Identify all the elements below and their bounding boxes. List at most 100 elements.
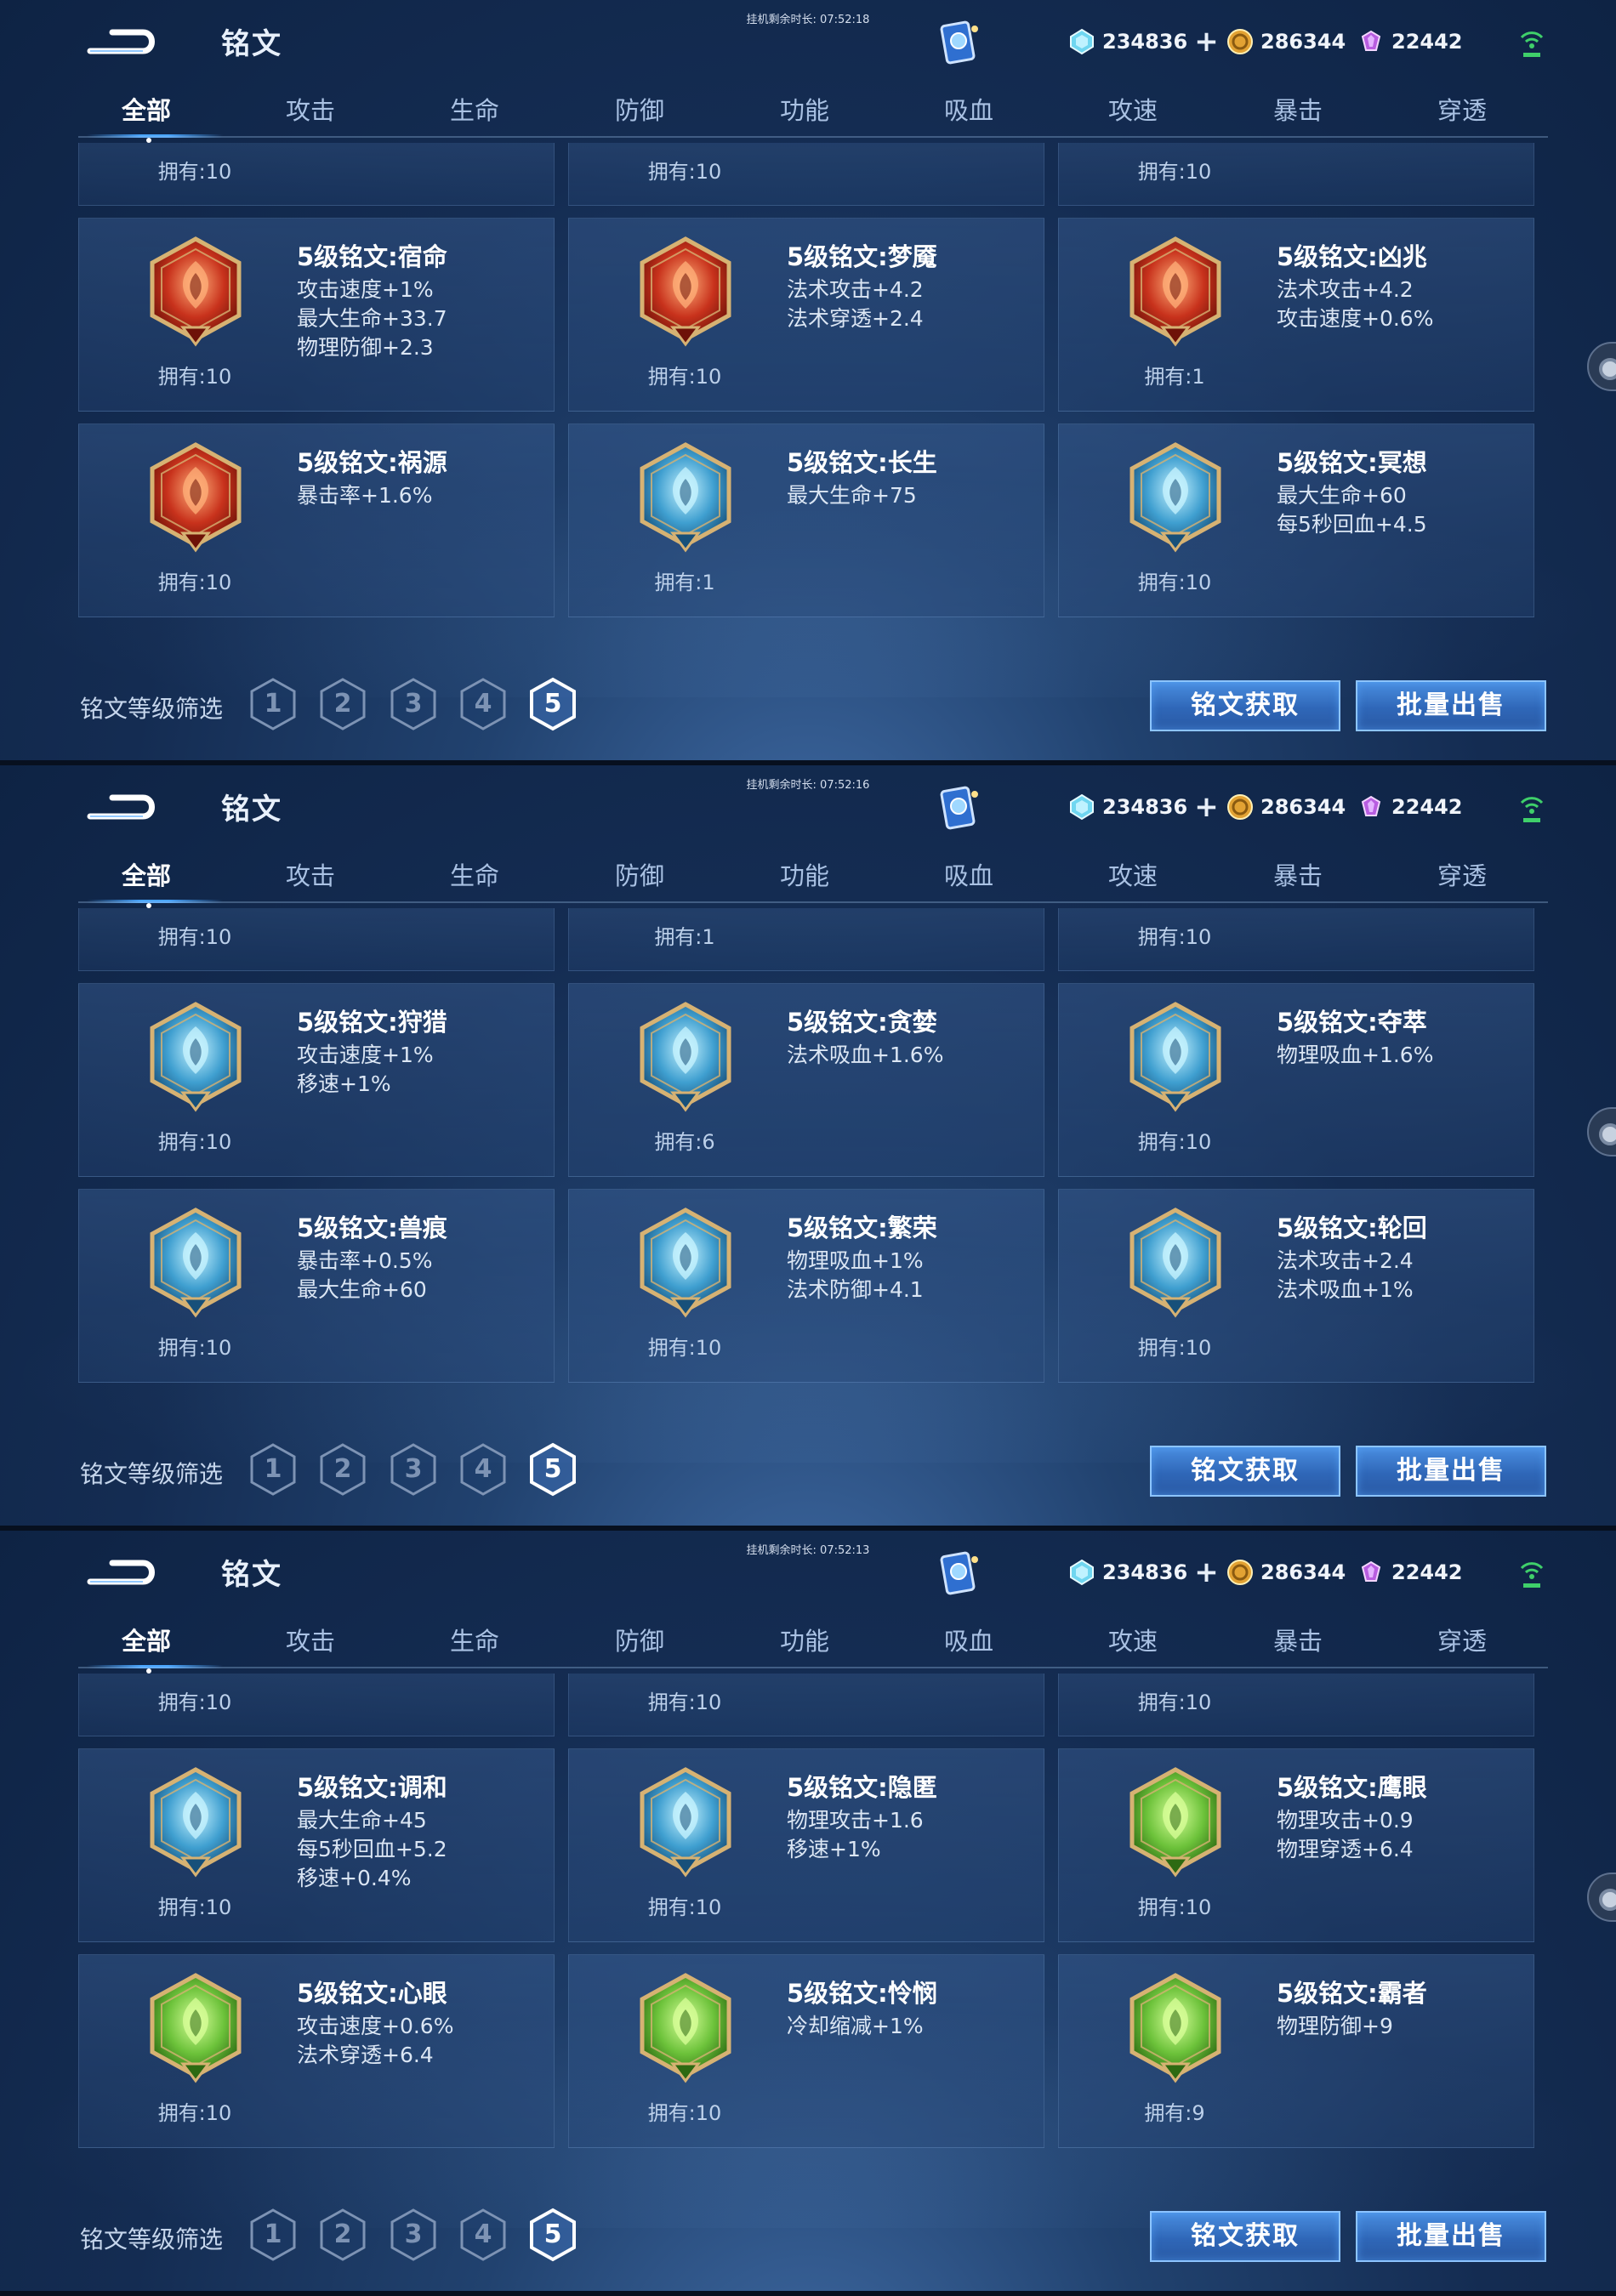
back-arrow-icon <box>87 794 155 820</box>
level-filter-4[interactable]: 4 <box>458 677 508 731</box>
tab-8[interactable]: 穿透 <box>1394 1616 1530 1667</box>
tab-4[interactable]: 功能 <box>737 1616 873 1667</box>
level-filter-4[interactable]: 4 <box>458 1442 508 1497</box>
tab-5[interactable]: 吸血 <box>901 1616 1037 1667</box>
partial-rune-card[interactable]: 拥有:1 <box>568 908 1044 971</box>
rune-card[interactable]: 拥有:10 5级铭文:祸源 暴击率+1.6% <box>78 423 555 617</box>
tab-1[interactable]: 攻击 <box>242 85 378 136</box>
level-filter-2[interactable]: 2 <box>318 677 367 731</box>
level-filter-4[interactable]: 4 <box>458 2208 508 2262</box>
tab-1[interactable]: 攻击 <box>242 1616 378 1667</box>
rune-stat: 移速+1% <box>787 1837 881 1861</box>
tab-6[interactable]: 攻速 <box>1065 1616 1201 1667</box>
rune-card[interactable]: 拥有:10 5级铭文:冥想 最大生命+60 每5秒回血+4.5 <box>1058 423 1534 617</box>
side-float-button[interactable] <box>1587 342 1616 391</box>
add-diamond-button[interactable]: + <box>1194 27 1219 56</box>
tab-2[interactable]: 生命 <box>407 85 543 136</box>
rune-name: 5级铭文:隐匿 <box>787 1773 937 1802</box>
acquire-rune-button[interactable]: 铭文获取 <box>1150 1446 1340 1497</box>
side-float-button[interactable] <box>1587 1873 1616 1922</box>
level-filter-5[interactable]: 5 <box>528 1442 578 1497</box>
partial-rune-card[interactable]: 拥有:10 <box>1058 143 1534 206</box>
partial-rune-card[interactable]: 拥有:10 <box>1058 908 1534 971</box>
back-button[interactable] <box>83 1556 156 1590</box>
rune-card[interactable]: 拥有:10 5级铭文:轮回 法术攻击+2.4 法术吸血+1% <box>1058 1189 1534 1383</box>
tab-2[interactable]: 生命 <box>407 850 543 901</box>
tab-7[interactable]: 暴击 <box>1230 1616 1366 1667</box>
rune-card[interactable]: 拥有:10 5级铭文:夺萃 物理吸血+1.6% <box>1058 983 1534 1177</box>
acquire-rune-button[interactable]: 铭文获取 <box>1150 680 1340 731</box>
gold-coin-icon <box>1226 1559 1254 1586</box>
add-diamond-button[interactable]: + <box>1194 793 1219 821</box>
rune-card[interactable]: 拥有:10 5级铭文:兽痕 暴击率+0.5% 最大生命+60 <box>78 1189 555 1383</box>
tab-6[interactable]: 攻速 <box>1065 85 1201 136</box>
tab-3[interactable]: 防御 <box>572 850 708 901</box>
tab-5[interactable]: 吸血 <box>901 850 1037 901</box>
tab-0[interactable]: 全部 <box>78 850 223 903</box>
mind-eye-rune-icon <box>145 1972 246 2084</box>
owned-count: 拥有:1 <box>654 571 715 594</box>
diamond-currency-amount: 234836 <box>1102 1560 1188 1584</box>
tab-4[interactable]: 功能 <box>737 85 873 136</box>
partial-rune-card[interactable]: 拥有:10 <box>78 143 555 206</box>
rune-card[interactable]: 拥有:10 5级铭文:心眼 攻击速度+0.6% 法术穿透+6.4 <box>78 1954 555 2148</box>
tab-3[interactable]: 防御 <box>572 1616 708 1667</box>
level-filter-5[interactable]: 5 <box>528 2208 578 2262</box>
rune-card[interactable]: 拥有:10 5级铭文:狩猎 攻击速度+1% 移速+1% <box>78 983 555 1177</box>
rune-book-icon[interactable] <box>936 19 985 68</box>
rune-card[interactable]: 拥有:10 5级铭文:鹰眼 物理攻击+0.9 物理穿透+6.4 <box>1058 1748 1534 1942</box>
tab-0[interactable]: 全部 <box>78 85 223 138</box>
bulk-sell-button[interactable]: 批量出售 <box>1356 680 1546 731</box>
rune-card[interactable]: 拥有:9 5级铭文:霸者 物理防御+9 <box>1058 1954 1534 2148</box>
partial-rune-card[interactable]: 拥有:10 <box>568 143 1044 206</box>
rune-name: 5级铭文:霸者 <box>1277 1979 1427 2008</box>
tab-6[interactable]: 攻速 <box>1065 850 1201 901</box>
level-filter-3[interactable]: 3 <box>389 677 438 731</box>
level-filter-3[interactable]: 3 <box>389 2208 438 2262</box>
tab-2[interactable]: 生命 <box>407 1616 543 1667</box>
partial-rune-card[interactable]: 拥有:10 <box>78 908 555 971</box>
level-filter-5[interactable]: 5 <box>528 677 578 731</box>
add-diamond-button[interactable]: + <box>1194 1558 1219 1587</box>
tab-4[interactable]: 功能 <box>737 850 873 901</box>
rune-name: 5级铭文:冥想 <box>1277 448 1427 477</box>
tab-8[interactable]: 穿透 <box>1394 85 1530 136</box>
rune-card[interactable]: 拥有:10 5级铭文:宿命 攻击速度+1% 最大生命+33.7 物理防御+2.3 <box>78 218 555 412</box>
level-filter-1[interactable]: 1 <box>248 677 298 731</box>
level-filter-1[interactable]: 1 <box>248 2208 298 2262</box>
level-filter-3[interactable]: 3 <box>389 1442 438 1497</box>
rune-book-icon[interactable] <box>936 784 985 833</box>
tab-1[interactable]: 攻击 <box>242 850 378 901</box>
back-button[interactable] <box>83 791 156 825</box>
rune-book-icon[interactable] <box>936 1549 985 1599</box>
rune-card[interactable]: 拥有:1 5级铭文:凶兆 法术攻击+4.2 攻击速度+0.6% <box>1058 218 1534 412</box>
rune-card[interactable]: 拥有:1 5级铭文:长生 最大生命+75 <box>568 423 1044 617</box>
rune-card[interactable]: 拥有:10 5级铭文:隐匿 物理攻击+1.6 移速+1% <box>568 1748 1044 1942</box>
rune-card[interactable]: 拥有:10 5级铭文:繁荣 物理吸血+1% 法术防御+4.1 <box>568 1189 1044 1383</box>
gold-currency: 286344 <box>1226 791 1346 823</box>
rune-stat: 攻击速度+1% <box>297 277 434 302</box>
tab-0[interactable]: 全部 <box>78 1616 223 1668</box>
tab-7[interactable]: 暴击 <box>1230 850 1366 901</box>
bulk-sell-button[interactable]: 批量出售 <box>1356 2211 1546 2262</box>
tab-5[interactable]: 吸血 <box>901 85 1037 136</box>
tab-8[interactable]: 穿透 <box>1394 850 1530 901</box>
level-filter-2[interactable]: 2 <box>318 2208 367 2262</box>
rune-card[interactable]: 拥有:6 5级铭文:贪婪 法术吸血+1.6% <box>568 983 1044 1177</box>
partial-rune-card[interactable]: 拥有:10 <box>568 1674 1044 1736</box>
partial-rune-card[interactable]: 拥有:10 <box>1058 1674 1534 1736</box>
level-filter-1[interactable]: 1 <box>248 1442 298 1497</box>
rune-card[interactable]: 拥有:10 5级铭文:梦魇 法术攻击+4.2 法术穿透+2.4 <box>568 218 1044 412</box>
back-button[interactable] <box>83 26 156 60</box>
tab-3[interactable]: 防御 <box>572 85 708 136</box>
harmony-rune-icon <box>145 1766 246 1878</box>
level-filter-2[interactable]: 2 <box>318 1442 367 1497</box>
rune-card[interactable]: 拥有:10 5级铭文:怜悯 冷却缩减+1% <box>568 1954 1044 2148</box>
side-float-button[interactable] <box>1587 1107 1616 1157</box>
rune-card[interactable]: 拥有:10 5级铭文:调和 最大生命+45 每5秒回血+5.2 移速+0.4% <box>78 1748 555 1942</box>
partial-rune-card[interactable]: 拥有:10 <box>78 1674 555 1736</box>
calamity-rune-icon <box>145 441 246 554</box>
tab-7[interactable]: 暴击 <box>1230 85 1366 136</box>
acquire-rune-button[interactable]: 铭文获取 <box>1150 2211 1340 2262</box>
bulk-sell-button[interactable]: 批量出售 <box>1356 1446 1546 1497</box>
